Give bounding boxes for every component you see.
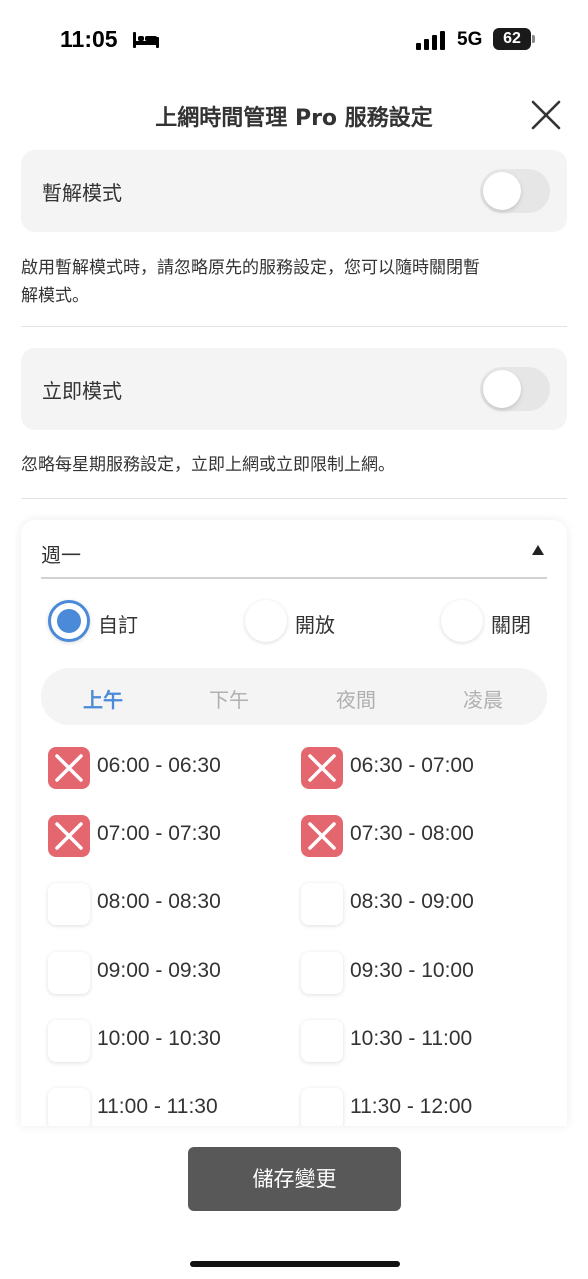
time-slot[interactable]: 10:00 - 10:30 (42, 1020, 272, 1064)
time-slot[interactable]: 10:30 - 11:00 (295, 1020, 535, 1064)
instant-mode-description: 忽略每星期服務設定，立即上網或立即限制上網。 (21, 455, 395, 475)
status-bar: 11:05 5G 62 (0, 0, 588, 80)
time-slot-label: 06:30 - 07:00 (350, 754, 474, 777)
time-slot-label: 08:00 - 08:30 (97, 890, 221, 913)
time-slot-label: 09:00 - 09:30 (97, 959, 221, 982)
time-slot-label: 06:00 - 06:30 (97, 754, 221, 777)
network-type: 5G (457, 29, 483, 50)
time-slot[interactable]: 09:30 - 10:00 (295, 952, 535, 996)
instant-mode-toggle[interactable] (480, 367, 550, 411)
page-title: 上網時間管理 Pro 服務設定 (155, 106, 433, 131)
close-icon[interactable] (530, 99, 562, 131)
time-slot-label: 07:00 - 07:30 (97, 822, 221, 845)
tab-night[interactable]: 夜間 (306, 684, 406, 713)
x-mark-icon (308, 822, 336, 850)
time-slot-label: 10:00 - 10:30 (97, 1027, 221, 1050)
time-slot[interactable]: 08:30 - 09:00 (295, 883, 535, 927)
tab-morning[interactable]: 上午 (53, 684, 153, 713)
battery-level: 62 (503, 30, 521, 47)
day-title: 週一 (41, 543, 81, 567)
divider (41, 577, 547, 579)
radio-closed[interactable]: 關閉 (441, 600, 567, 642)
time-slot[interactable]: 07:30 - 08:00 (295, 815, 535, 859)
time-slot[interactable]: 09:00 - 09:30 (42, 952, 272, 996)
home-indicator (190, 1261, 400, 1267)
x-mark-icon (55, 822, 83, 850)
bed-icon (133, 32, 159, 48)
pause-mode-description: 啟用暫解模式時，請忽略原先的服務設定，您可以隨時關閉暫解模式。 (21, 258, 480, 306)
radio-open[interactable]: 開放 (245, 600, 375, 642)
time-slot[interactable]: 06:00 - 06:30 (42, 747, 272, 791)
radio-custom[interactable]: 自訂 (48, 600, 178, 642)
pause-mode-card: 暫解模式 (21, 150, 567, 232)
signal-icon (416, 31, 445, 50)
time-slot[interactable]: 11:30 - 12:00 (295, 1088, 535, 1126)
time-slot-label: 11:30 - 12:00 (350, 1095, 473, 1118)
tab-afternoon[interactable]: 下午 (179, 684, 279, 713)
pause-mode-toggle[interactable] (480, 169, 550, 213)
time-slot-label: 07:30 - 08:00 (350, 822, 474, 845)
time-slot[interactable]: 11:00 - 11:30 (42, 1088, 272, 1126)
instant-mode-label: 立即模式 (42, 379, 122, 403)
tab-early-morning[interactable]: 凌晨 (433, 684, 533, 713)
time-slot-label: 09:30 - 10:00 (350, 959, 474, 982)
radio-custom-label: 自訂 (98, 613, 138, 637)
time-slot-label: 10:30 - 11:00 (350, 1027, 473, 1050)
x-mark-icon (55, 754, 83, 782)
time-slot-label: 11:00 - 11:30 (97, 1095, 218, 1118)
save-button[interactable]: 儲存變更 (188, 1147, 401, 1211)
time-slot[interactable]: 06:30 - 07:00 (295, 747, 535, 791)
radio-closed-label: 關閉 (491, 613, 531, 637)
status-time: 11:05 (60, 26, 118, 52)
day-panel: 週一 自訂 開放 關閉 上午 下午 夜間 凌晨 06:00 - 06:30 06… (21, 520, 567, 1126)
period-tabs: 上午 下午 夜間 凌晨 (41, 668, 547, 725)
divider (21, 498, 567, 499)
battery-icon: 62 (493, 28, 535, 50)
instant-mode-card: 立即模式 (21, 348, 567, 430)
time-slot-label: 08:30 - 09:00 (350, 890, 474, 913)
caret-up-icon[interactable] (532, 545, 544, 555)
pause-mode-label: 暫解模式 (42, 181, 122, 205)
radio-open-label: 開放 (295, 613, 335, 637)
x-mark-icon (308, 754, 336, 782)
time-slot[interactable]: 07:00 - 07:30 (42, 815, 272, 859)
divider (21, 326, 567, 327)
time-slot[interactable]: 08:00 - 08:30 (42, 883, 272, 927)
